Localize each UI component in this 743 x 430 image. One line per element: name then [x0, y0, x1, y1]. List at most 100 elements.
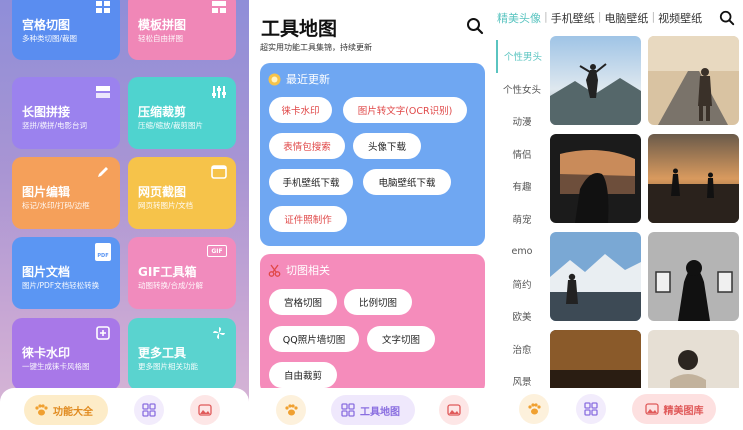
nav-features-button[interactable] [276, 395, 306, 425]
category-item[interactable]: 个性女头 [496, 73, 548, 106]
tile-long-stitch[interactable]: 长图拼接 竖拼/横拼/电影台词 [12, 77, 120, 149]
nav-gallery-button[interactable]: 精美图库 [632, 394, 716, 424]
avatar-thumbnail[interactable] [550, 232, 641, 321]
frames-photo [648, 232, 739, 321]
chip-text-cut[interactable]: 文字切图 [367, 326, 435, 352]
nav-tool-map-button[interactable]: 工具地图 [331, 395, 415, 425]
tile-title: 模板拼图 [138, 18, 187, 32]
tile-subtitle: 压缩/缩放/裁剪图片 [138, 121, 204, 130]
search-icon[interactable] [719, 10, 735, 26]
pdf-badge-text: PDF [97, 253, 109, 259]
category-item[interactable]: 个性男头 [496, 40, 548, 73]
nav-gallery-button[interactable] [439, 395, 469, 425]
tile-template-collage[interactable]: 模板拼图 轻松自由拼图 [128, 0, 236, 60]
tab-pc-wallpapers[interactable]: 电脑壁纸 [603, 10, 649, 26]
car-window-photo [550, 134, 641, 223]
chip-label: 证件照制作 [284, 215, 332, 226]
scissors-icon [268, 264, 281, 277]
search-icon[interactable] [466, 17, 484, 35]
chip-label: 图片转文字(OCR识别) [357, 106, 453, 117]
grid-small-icon [341, 403, 355, 417]
category-item[interactable]: 欧美 [496, 300, 548, 333]
cut-related-card: 切图相关 宫格切图 比例切图 QQ照片墙切图 文字切图 自由裁剪 [260, 254, 485, 394]
category-item[interactable]: emo [496, 235, 548, 268]
chip-grid-cut[interactable]: 宫格切图 [269, 289, 337, 315]
tile-subtitle: 更多图片相关功能 [138, 362, 198, 371]
tile-subtitle: 网页转图片/文档 [138, 201, 194, 210]
nav-tool-map-button[interactable] [576, 394, 606, 424]
chip-sticker-search[interactable]: 表情包搜索 [269, 133, 345, 159]
tool-map-panel: 工具地图 超实用功能工具集锦，持续更新 最近更新 徕卡水印 图片转文字(OCR识… [249, 0, 496, 430]
picture-icon [447, 404, 461, 416]
category-item[interactable]: 治愈 [496, 333, 548, 366]
tile-subtitle: 竖拼/横拼/电影台词 [22, 121, 88, 130]
chip-free-crop[interactable]: 自由裁剪 [269, 362, 337, 388]
nav-features-button[interactable]: 功能大全 [24, 395, 108, 425]
tab-phone-wallpapers[interactable]: 手机壁纸 [550, 10, 596, 26]
chip-avatar-download[interactable]: 头像下载 [353, 133, 421, 159]
nav-gallery-button[interactable] [190, 395, 220, 425]
tile-image-document[interactable]: PDF 图片文档 图片/PDF文档轻松转换 [12, 237, 120, 309]
category-item[interactable]: 动漫 [496, 105, 548, 138]
tile-title: GIF工具箱 [138, 265, 197, 279]
nav-tool-map-button[interactable] [134, 395, 164, 425]
snow-mountain-photo [550, 232, 641, 321]
tile-leica-watermark[interactable]: 徕卡水印 一键生成徕卡风格图 [12, 318, 120, 390]
chip-label: 手机壁纸下载 [282, 178, 340, 189]
page-title: 工具地图 [261, 18, 338, 40]
card-header-label: 切图相关 [286, 264, 330, 277]
pencil-icon [98, 167, 108, 177]
tile-more-tools[interactable]: 更多工具 更多图片相关功能 [128, 318, 236, 390]
paw-icon [528, 403, 541, 415]
grid-small-icon [584, 402, 598, 416]
tile-subtitle: 一键生成徕卡风格图 [22, 362, 90, 371]
tile-subtitle: 图片/PDF文档轻松转换 [22, 281, 100, 290]
bottom-nav: 功能大全 [0, 388, 249, 430]
tab-divider: | [651, 10, 656, 23]
chip-label: 自由裁剪 [283, 371, 322, 382]
category-item[interactable]: 情侣 [496, 138, 548, 171]
category-item[interactable]: 有趣 [496, 170, 548, 203]
tile-title: 图片文档 [22, 265, 71, 279]
avatar-thumbnail[interactable] [648, 232, 739, 321]
nav-tool-map-label: 工具地图 [360, 406, 400, 418]
tile-title: 宫格切图 [22, 18, 71, 32]
grid-small-icon [142, 403, 156, 417]
tile-image-edit[interactable]: 图片编辑 标记/水印/打码/边框 [12, 157, 120, 229]
tile-subtitle: 轻松自由拼图 [138, 34, 183, 43]
mountain-photo [550, 36, 641, 125]
nav-features-button[interactable] [519, 394, 549, 424]
chip-ratio-cut[interactable]: 比例切图 [344, 289, 412, 315]
tile-gif-toolbox[interactable]: GIF GIF工具箱 动图转换/合成/分解 [128, 237, 236, 309]
avatar-thumbnail[interactable] [550, 134, 641, 223]
tile-subtitle: 多种类切图/裁图 [22, 34, 78, 43]
chip-qq-wall-cut[interactable]: QQ照片墙切图 [269, 326, 359, 352]
picture-icon [644, 403, 659, 415]
picture-icon [198, 404, 212, 416]
tile-title: 压缩裁剪 [138, 105, 187, 119]
card-header: 最近更新 [268, 71, 477, 87]
browser-icon [211, 165, 227, 179]
avatar-thumbnail[interactable] [648, 134, 739, 223]
avatar-thumbnail[interactable] [648, 36, 739, 125]
chip-phone-wallpaper[interactable]: 手机壁纸下载 [269, 169, 353, 195]
avatar-thumbnail[interactable] [550, 36, 641, 125]
category-item[interactable]: 萌宠 [496, 203, 548, 236]
tile-subtitle: 标记/水印/打码/边框 [22, 201, 90, 210]
chip-label: 表情包搜索 [283, 142, 331, 153]
category-item[interactable]: 简约 [496, 268, 548, 301]
pinwheel-icon [213, 327, 225, 339]
card-header-label: 最近更新 [286, 73, 330, 86]
tile-compress-crop[interactable]: 压缩裁剪 压缩/缩放/裁剪图片 [128, 77, 236, 149]
sun-badge-icon [268, 73, 281, 85]
chip-id-photo[interactable]: 证件照制作 [269, 206, 347, 232]
tile-web-screenshot[interactable]: 网页截图 网页转图片/文档 [128, 157, 236, 229]
tile-grid-cut[interactable]: 宫格切图 多种类切图/裁图 [12, 0, 120, 60]
chip-pc-wallpaper[interactable]: 电脑壁纸下载 [363, 169, 451, 195]
tile-title: 长图拼接 [22, 105, 71, 119]
tab-avatars[interactable]: 精美头像 [496, 10, 542, 26]
chip-ocr[interactable]: 图片转文字(OCR识别) [343, 97, 467, 123]
tab-video-wallpapers[interactable]: 视频壁纸 [657, 10, 703, 26]
chip-leica-watermark[interactable]: 徕卡水印 [269, 97, 332, 123]
recent-updates-card: 最近更新 徕卡水印 图片转文字(OCR识别) 表情包搜索 头像下载 手机壁纸下载… [260, 63, 485, 246]
